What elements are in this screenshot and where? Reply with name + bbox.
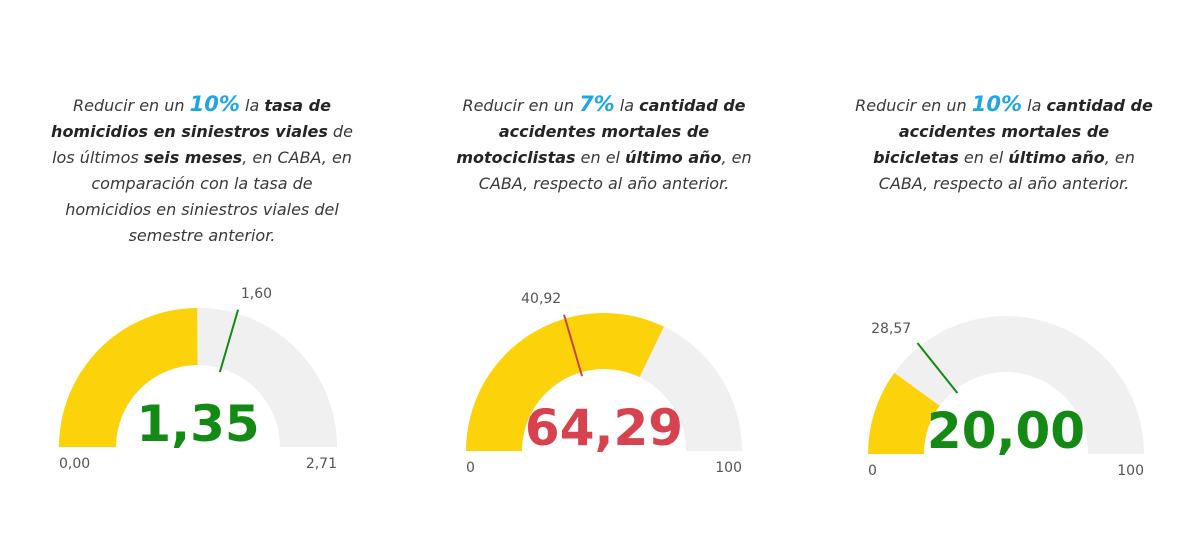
gauge-panel-1: Reducir en un 10% la tasa de homicidios … bbox=[0, 0, 400, 549]
gauge-1: 1,60 0,00 2,71 1,35 bbox=[59, 286, 337, 472]
gauge-3: 28,57 0 100 20,00 bbox=[868, 316, 1144, 479]
gauge-3-target-label: 28,57 bbox=[871, 321, 911, 337]
gauge-3-value: 20,00 bbox=[927, 402, 1085, 460]
gauge-2-value: 64,29 bbox=[525, 399, 683, 457]
gauge-1-target-label: 1,60 bbox=[241, 286, 272, 302]
gauge-3-min-label: 0 bbox=[868, 463, 877, 479]
gauge-2-max-label: 100 bbox=[715, 460, 742, 476]
gauge-2-min-label: 0 bbox=[466, 460, 475, 476]
gauge-panel-3: Reducir en un 10% la cantidad de acciden… bbox=[804, 0, 1204, 549]
gauge-1-min-label: 0,00 bbox=[59, 456, 90, 472]
gauge-2-target-label: 40,92 bbox=[521, 291, 561, 307]
gauge-1-max-label: 2,71 bbox=[306, 456, 337, 472]
gauge-1-value: 1,35 bbox=[136, 395, 259, 453]
gauge-panel-2: Reducir en un 7% la cantidad de accident… bbox=[404, 0, 804, 549]
gauge-2: 40,92 0 100 64,29 bbox=[466, 291, 742, 476]
gauge-3-max-label: 100 bbox=[1117, 463, 1144, 479]
